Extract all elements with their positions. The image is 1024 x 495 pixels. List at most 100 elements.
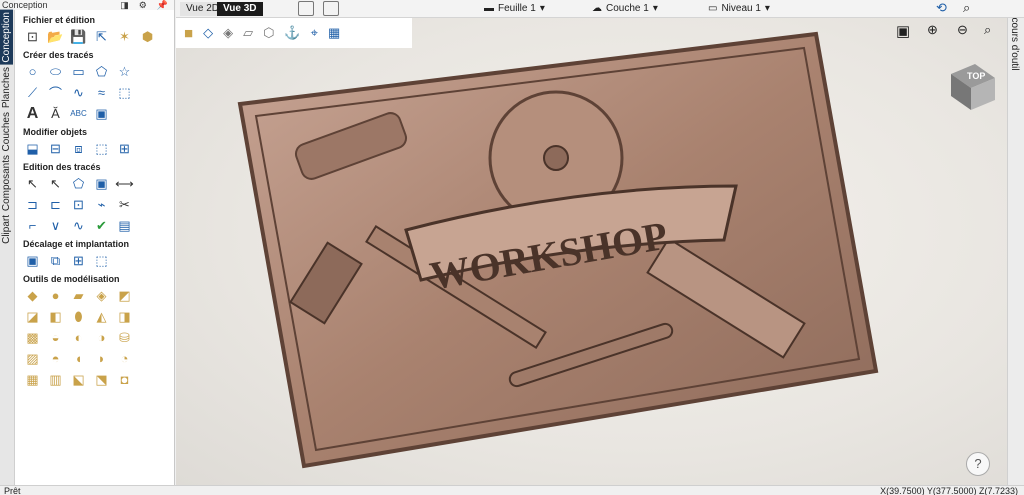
- curve-icon[interactable]: ∿: [69, 84, 88, 101]
- nest-icon[interactable]: ⧉: [46, 252, 65, 269]
- zoom-in-icon[interactable]: ⊕: [927, 22, 938, 38]
- sphere-icon[interactable]: ●: [46, 287, 65, 304]
- polyline-icon[interactable]: ⟋: [23, 84, 42, 101]
- distort-icon[interactable]: ⬚: [92, 140, 111, 157]
- gem-icon[interactable]: ⬢: [138, 28, 157, 45]
- arc-icon[interactable]: ⌒: [46, 84, 65, 101]
- select-icon[interactable]: ↖: [23, 175, 42, 192]
- array-icon[interactable]: ⊞: [115, 140, 134, 157]
- rectangle-icon[interactable]: ▭: [69, 63, 88, 80]
- fillet-icon[interactable]: ⌐: [23, 217, 42, 234]
- circle-icon[interactable]: ○: [23, 63, 42, 80]
- preview-icon[interactable]: ▤: [115, 217, 134, 234]
- node-edit-icon[interactable]: ↖: [46, 175, 65, 192]
- 3d-block-icon[interactable]: ■: [184, 25, 193, 42]
- sheet-dropdown[interactable]: ▬ Feuille 1 ▾: [484, 2, 545, 16]
- offset-icon[interactable]: ▣: [23, 252, 42, 269]
- view-cube-small-icon[interactable]: ▣: [896, 22, 910, 40]
- shapes-icon[interactable]: ◇: [203, 25, 213, 41]
- pin-icon[interactable]: 📌: [157, 0, 168, 10]
- nest-grid-icon[interactable]: ⊞: [69, 252, 88, 269]
- lights-icon[interactable]: ⌖: [311, 25, 318, 41]
- plane-icon[interactable]: ▱: [243, 25, 253, 41]
- material-icon[interactable]: ◈: [223, 25, 233, 41]
- tab-clipart[interactable]: Clipart: [0, 213, 13, 246]
- slice-icon[interactable]: ◔: [115, 350, 134, 367]
- level-dropdown[interactable]: ▭ Niveau 1 ▾: [708, 2, 770, 16]
- import-model-icon[interactable]: ▥: [46, 371, 65, 388]
- chamfer-icon[interactable]: ∨: [46, 217, 65, 234]
- text-on-curve-icon[interactable]: ABC: [69, 105, 88, 122]
- reset-icon[interactable]: ⬕: [69, 371, 88, 388]
- settings-icon[interactable]: ⚙: [139, 0, 147, 10]
- align-icon[interactable]: ⊟: [46, 140, 65, 157]
- transform-nodes-icon[interactable]: ⬠: [69, 175, 88, 192]
- text-icon[interactable]: A: [23, 105, 42, 122]
- wave-icon[interactable]: ≈: [92, 84, 111, 101]
- extrude-icon[interactable]: ▰: [69, 287, 88, 304]
- stripes-icon[interactable]: ▦: [328, 25, 340, 41]
- mask-icon[interactable]: ◓: [46, 350, 65, 367]
- layer-dropdown[interactable]: ☁ Couche 1 ▾: [592, 2, 658, 16]
- weld-icon[interactable]: ⊏: [46, 196, 65, 213]
- anchor-icon[interactable]: ⚓: [284, 25, 300, 41]
- texture-icon[interactable]: ▩: [23, 329, 42, 346]
- tab-composants[interactable]: Composants: [0, 153, 13, 213]
- wrap-icon[interactable]: ◘: [115, 371, 134, 388]
- tab-3d-view[interactable]: Vue 3D: [217, 2, 263, 16]
- ellipse-icon[interactable]: ⬭: [46, 63, 65, 80]
- 3d-viewport[interactable]: WORKSHOP TOP ?: [176, 18, 1007, 485]
- component-icon[interactable]: ◪: [23, 308, 42, 325]
- open-folder-icon[interactable]: 📂: [46, 28, 65, 45]
- star-icon[interactable]: ☆: [115, 63, 134, 80]
- fade-icon[interactable]: ◭: [92, 308, 111, 325]
- measure-icon[interactable]: ⟷: [115, 175, 134, 192]
- collapse-icon[interactable]: ◨: [120, 0, 129, 10]
- blend-icon[interactable]: ◗: [92, 350, 111, 367]
- tab-conception[interactable]: Conception: [0, 10, 13, 65]
- join-icon[interactable]: ⌁: [92, 196, 111, 213]
- flatten-icon[interactable]: ◒: [46, 329, 65, 346]
- layout-view-icon[interactable]: [323, 1, 339, 16]
- nest-parts-icon[interactable]: ⬚: [92, 252, 111, 269]
- crop-icon[interactable]: ⊡: [23, 28, 42, 45]
- split-view-icon[interactable]: [298, 1, 314, 16]
- text-tool-icon[interactable]: Ă: [46, 105, 65, 122]
- boolean-icon[interactable]: ▨: [23, 350, 42, 367]
- smooth-icon[interactable]: ∿: [69, 217, 88, 234]
- scissors-icon[interactable]: ✂: [115, 196, 134, 213]
- subtract-icon[interactable]: ⊡: [69, 196, 88, 213]
- polygon-icon[interactable]: ⬠: [92, 63, 111, 80]
- tab-planches[interactable]: Planches: [0, 65, 13, 110]
- move-icon[interactable]: ⬓: [23, 140, 42, 157]
- two-rail-icon[interactable]: ◈: [92, 287, 111, 304]
- cube-icon[interactable]: ⬡: [263, 25, 274, 41]
- node-rect-icon[interactable]: ⬚: [115, 84, 134, 101]
- freeze-icon[interactable]: ⬔: [92, 371, 111, 388]
- import-icon[interactable]: ⇱: [92, 28, 111, 45]
- viewcube[interactable]: TOP: [945, 60, 997, 112]
- save-icon[interactable]: 💾: [69, 28, 88, 45]
- tilt-icon[interactable]: ◨: [115, 308, 134, 325]
- mirror-3d-icon[interactable]: ◑: [92, 329, 111, 346]
- help-button[interactable]: ?: [966, 452, 990, 476]
- distort-3d-icon[interactable]: ⬮: [69, 308, 88, 325]
- tab-couches[interactable]: Couches: [0, 110, 13, 153]
- check-icon[interactable]: ✔: [92, 217, 111, 234]
- bitmap-trace-icon[interactable]: ▣: [92, 105, 111, 122]
- bake-icon[interactable]: ◐: [69, 329, 88, 346]
- sculpt-icon[interactable]: ◩: [115, 287, 134, 304]
- zoom-out-icon[interactable]: ⊖: [957, 22, 968, 38]
- view-orientation-icon[interactable]: ⟲: [936, 0, 947, 16]
- shape-icon[interactable]: ▣: [92, 175, 111, 192]
- zoom-fit-icon[interactable]: ⌕: [984, 22, 991, 38]
- export-model-icon[interactable]: ▦: [23, 371, 42, 388]
- mirror-icon[interactable]: ⧈: [69, 140, 88, 157]
- shape-editor-icon[interactable]: ◆: [23, 287, 42, 304]
- trim-icon[interactable]: ⊐: [23, 196, 42, 213]
- smooth-3d-icon[interactable]: ◖: [69, 350, 88, 367]
- transform-icon[interactable]: ✶: [115, 28, 134, 45]
- scale-icon[interactable]: ◧: [46, 308, 65, 325]
- stack-icon[interactable]: ⛁: [115, 329, 134, 346]
- zoom-extents-icon[interactable]: ⌕: [963, 0, 970, 16]
